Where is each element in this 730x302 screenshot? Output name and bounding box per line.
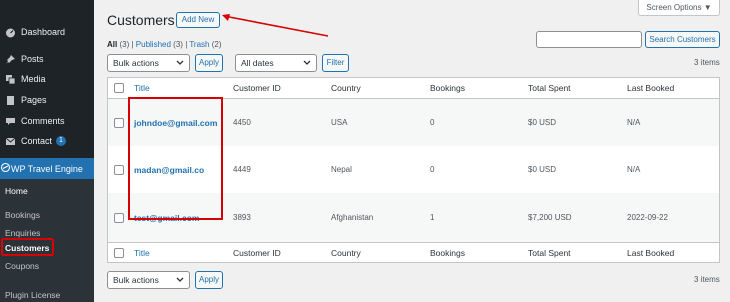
column-last-booked-footer: Last Booked — [627, 248, 675, 258]
dashboard-icon — [5, 27, 16, 38]
table-footer: Title Customer ID Country Bookings Total… — [108, 242, 719, 263]
customer-last-booked: N/A — [627, 118, 641, 127]
column-total-spent-footer: Total Spent — [528, 248, 571, 258]
sidebar-item-comments[interactable]: Comments — [0, 113, 94, 129]
customer-total-spent: $0 USD — [528, 118, 557, 127]
submenu-item-plugin-license[interactable]: Plugin License — [5, 290, 60, 300]
pages-icon — [5, 95, 16, 106]
comment-icon — [5, 116, 16, 127]
chevron-down-icon — [176, 277, 184, 282]
chevron-down-icon — [303, 60, 311, 65]
chevron-down-icon — [176, 60, 184, 65]
customer-last-booked: 2022-09-22 — [627, 213, 668, 222]
status-filter-links: All (3) | Published (3) | Trash (2) — [107, 40, 222, 49]
add-new-button[interactable]: Add New — [176, 12, 220, 28]
contact-count-badge: 1 — [56, 136, 66, 146]
filter-trash[interactable]: Trash — [189, 40, 209, 49]
sidebar-item-posts[interactable]: Posts — [0, 51, 94, 67]
column-bookings: Bookings — [430, 83, 465, 93]
items-count-bottom: 3 items — [694, 275, 720, 284]
customer-bookings: 1 — [430, 213, 435, 222]
column-bookings-footer: Bookings — [430, 248, 465, 258]
travel-icon — [0, 162, 11, 175]
column-title[interactable]: Title — [134, 83, 150, 93]
customers-highlight-box — [1, 238, 54, 256]
screen-options-button[interactable]: Screen Options ▼ — [638, 0, 720, 16]
sidebar-item-wp-travel-engine[interactable]: WP Travel Engine — [0, 158, 94, 179]
media-icon — [5, 74, 16, 85]
customer-last-booked: N/A — [627, 165, 641, 174]
sidebar-item-pages[interactable]: Pages — [0, 92, 94, 108]
items-count-top: 3 items — [694, 58, 720, 67]
sidebar-item-contact[interactable]: Contact 1 — [0, 133, 94, 149]
customer-id: 4450 — [233, 118, 251, 127]
search-input[interactable] — [536, 31, 642, 48]
bulk-actions-select-bottom[interactable]: Bulk actions — [107, 271, 190, 289]
filter-all[interactable]: All — [107, 40, 117, 49]
column-customer-id-footer: Customer ID — [233, 248, 281, 258]
customer-id: 4449 — [233, 165, 251, 174]
customer-total-spent: $0 USD — [528, 165, 557, 174]
column-title-footer[interactable]: Title — [134, 248, 150, 258]
annotation-arrow-icon — [222, 14, 329, 37]
customer-country: USA — [331, 118, 348, 127]
pin-icon — [5, 54, 16, 65]
customer-bookings: 0 — [430, 118, 435, 127]
customer-total-spent: $7,200 USD — [528, 213, 572, 222]
customer-bookings: 0 — [430, 165, 435, 174]
sidebar-item-media[interactable]: Media — [0, 71, 94, 87]
column-last-booked: Last Booked — [627, 83, 675, 93]
apply-button-bottom[interactable]: Apply — [195, 271, 223, 289]
search-customers-button[interactable]: Search Customers — [645, 31, 720, 48]
column-total-spent: Total Spent — [528, 83, 571, 93]
customer-country: Nepal — [331, 165, 352, 174]
filter-button[interactable]: Filter — [322, 54, 349, 72]
submenu-item-bookings[interactable]: Bookings — [5, 210, 40, 220]
mail-icon — [5, 136, 16, 147]
admin-sidebar: Dashboard Posts Media Pages Comments Con… — [0, 0, 94, 302]
column-country-footer: Country — [331, 248, 361, 258]
page-title: Customers — [107, 12, 175, 28]
select-all-checkbox[interactable] — [114, 83, 124, 93]
customer-id: 3893 — [233, 213, 251, 222]
customer-country: Afghanistan — [331, 213, 374, 222]
table-header: Title Customer ID Country Bookings Total… — [108, 78, 719, 99]
column-country: Country — [331, 83, 361, 93]
email-highlight-box — [128, 97, 223, 220]
row-checkbox[interactable] — [114, 212, 124, 223]
submenu-item-coupons[interactable]: Coupons — [5, 261, 39, 271]
row-checkbox[interactable] — [114, 164, 124, 175]
filter-published[interactable]: Published — [136, 40, 171, 49]
column-customer-id: Customer ID — [233, 83, 281, 93]
submenu-item-home[interactable]: Home — [5, 186, 28, 196]
bulk-actions-select-top[interactable]: Bulk actions — [107, 54, 190, 72]
apply-button-top[interactable]: Apply — [195, 54, 223, 72]
dates-select[interactable]: All dates — [235, 54, 317, 72]
select-all-checkbox-footer[interactable] — [114, 248, 124, 258]
row-checkbox[interactable] — [114, 117, 124, 128]
sidebar-item-dashboard[interactable]: Dashboard — [0, 24, 94, 40]
submenu-item-enquiries[interactable]: Enquiries — [5, 228, 40, 238]
